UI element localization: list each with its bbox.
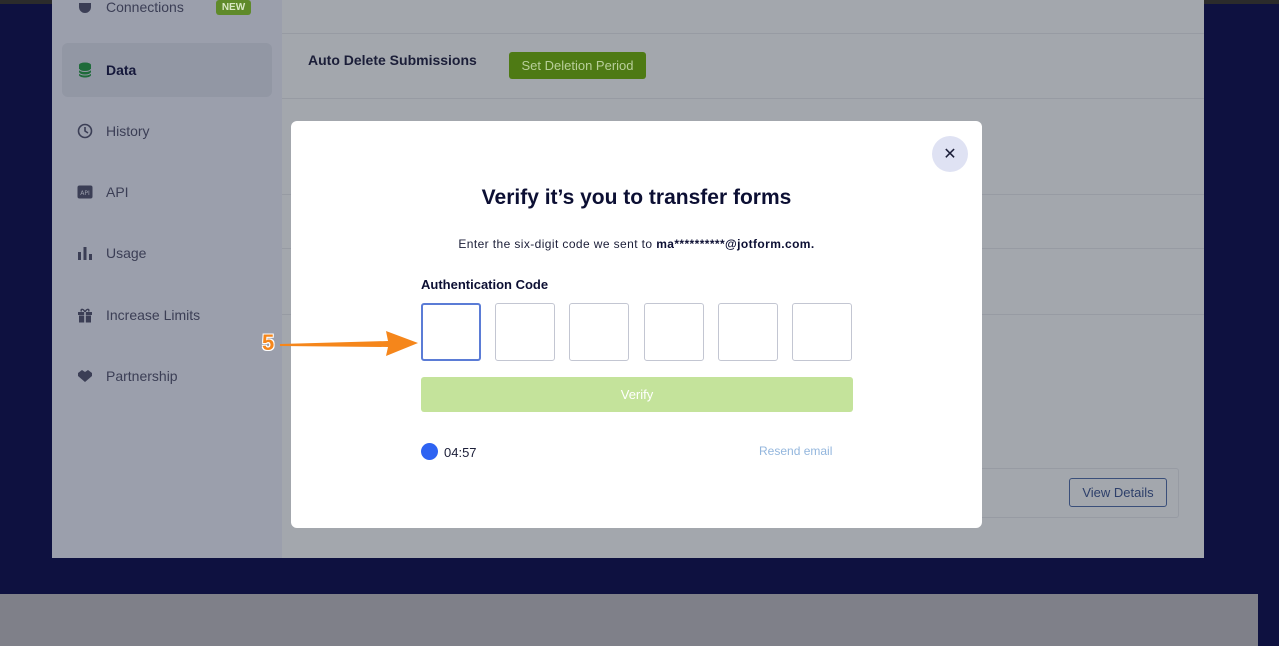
sidebar-item-history[interactable]: History [62,104,272,158]
plug-icon [76,0,94,16]
sidebar-item-label: Partnership [106,368,178,384]
divider [282,33,1204,34]
sidebar-item-label: Data [106,62,137,78]
modal-title: Verify it’s you to transfer forms [481,186,792,209]
verify-button[interactable]: Verify [421,377,853,412]
sidebar-item-label: Usage [106,245,147,261]
sidebar: Connections NEW Data History API API Usa… [52,0,282,558]
verify-modal: ✕ Verify it’s you to transfer forms Ente… [291,121,982,528]
close-icon: ✕ [943,146,957,163]
resend-email-link[interactable]: Resend email [759,444,832,458]
subtitle-text: Enter the six-digit code we sent to [458,237,657,251]
sidebar-item-label: History [106,123,150,139]
timer-icon [421,443,438,460]
code-digit-4-input[interactable] [644,303,704,361]
database-icon [76,61,94,79]
sidebar-item-usage[interactable]: Usage [62,226,272,280]
history-icon [76,122,94,140]
modal-subtitle: Enter the six-digit code we sent to ma**… [291,237,982,251]
close-button[interactable]: ✕ [932,136,968,172]
arrow-right-icon [280,331,418,356]
svg-text:API: API [80,190,90,197]
code-digit-1-input[interactable] [421,303,481,361]
bottom-panel [0,594,1258,646]
code-digit-3-input[interactable] [569,303,629,361]
code-digit-6-input[interactable] [792,303,852,361]
sidebar-item-label: Connections [106,0,184,15]
view-details-button[interactable]: View Details [1069,478,1167,507]
auto-delete-label: Auto Delete Submissions [308,52,477,68]
countdown-timer: 04:57 [444,445,477,460]
gift-icon [76,306,94,324]
sidebar-item-label: API [106,184,129,200]
sidebar-item-api[interactable]: API API [62,165,272,219]
sidebar-item-increase-limits[interactable]: Increase Limits [62,288,272,342]
new-badge: NEW [215,0,252,15]
masked-email: ma**********@jotform.com. [656,237,815,251]
authentication-code-label: Authentication Code [421,277,549,292]
set-deletion-period-button[interactable]: Set Deletion Period [509,52,646,79]
divider [282,98,1204,99]
sidebar-item-partnership[interactable]: Partnership [62,349,272,403]
bar-chart-icon [76,244,94,262]
code-digit-5-input[interactable] [718,303,778,361]
sidebar-item-data[interactable]: Data [62,43,272,97]
code-digit-2-input[interactable] [495,303,555,361]
step-number-annotation: 5 [262,330,275,355]
api-icon: API [76,183,94,201]
sidebar-item-label: Increase Limits [106,307,201,323]
sidebar-item-connections[interactable]: Connections NEW [62,0,272,34]
handshake-icon [76,367,94,385]
